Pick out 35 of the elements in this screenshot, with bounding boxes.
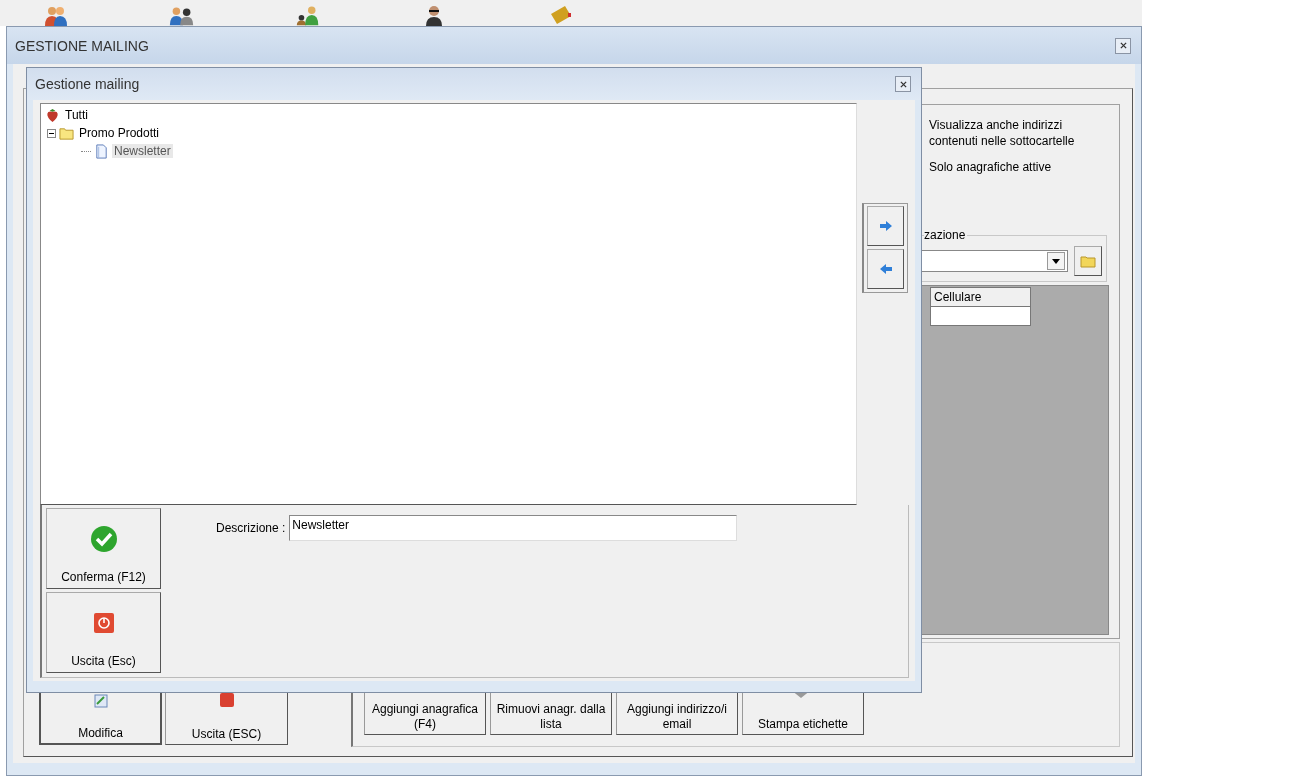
tree-item[interactable]: Newsletter [112, 144, 173, 158]
move-left-button[interactable] [867, 249, 904, 289]
close-button[interactable] [1115, 37, 1131, 54]
group-label: zazione [924, 228, 968, 242]
arrow-left-icon [879, 264, 892, 274]
dialog-title: Gestione mailing [35, 76, 140, 92]
check-icon [89, 525, 118, 553]
action-button[interactable]: Aggiungi indirizzo/i email [616, 691, 738, 735]
description-field[interactable]: Newsletter [289, 515, 738, 541]
strawberry-icon [45, 107, 60, 123]
move-right-button[interactable] [867, 206, 904, 246]
close-button[interactable] [895, 76, 911, 92]
checkbox-label[interactable]: Visualizza anche indirizzi contenuti nelle sottocartelle [929, 117, 1109, 149]
dialog-button[interactable]: Conferma (F12) [46, 508, 161, 589]
collapse-toggle[interactable] [47, 128, 56, 138]
folder-icon [1080, 254, 1096, 268]
window-title: GESTIONE MAILING [15, 37, 149, 54]
tree-item[interactable]: Tutti [63, 108, 90, 122]
field-label: Descrizione : [216, 521, 286, 535]
action-button[interactable]: Rimuovi anagr. dalla lista [490, 691, 612, 735]
arrow-right-icon [879, 221, 892, 231]
tree-item[interactable]: Promo Prodotti [77, 126, 162, 140]
caret-icon [1052, 258, 1060, 264]
document-icon [94, 143, 109, 159]
folder-icon [59, 125, 74, 141]
action-button[interactable]: Aggiungi anagrafica (F4) [364, 691, 486, 735]
power-icon [93, 613, 114, 633]
dialog-button[interactable]: Uscita (Esc) [46, 592, 161, 673]
folder-button[interactable] [1074, 246, 1102, 276]
close-icon [899, 80, 907, 88]
close-icon [1119, 42, 1127, 49]
action-button[interactable]: Stampa etichette [742, 691, 864, 735]
exit-icon [218, 692, 235, 708]
column-header: Cellulare [930, 287, 1031, 307]
checkbox-label[interactable]: Solo anagrafiche attive [929, 159, 1109, 175]
